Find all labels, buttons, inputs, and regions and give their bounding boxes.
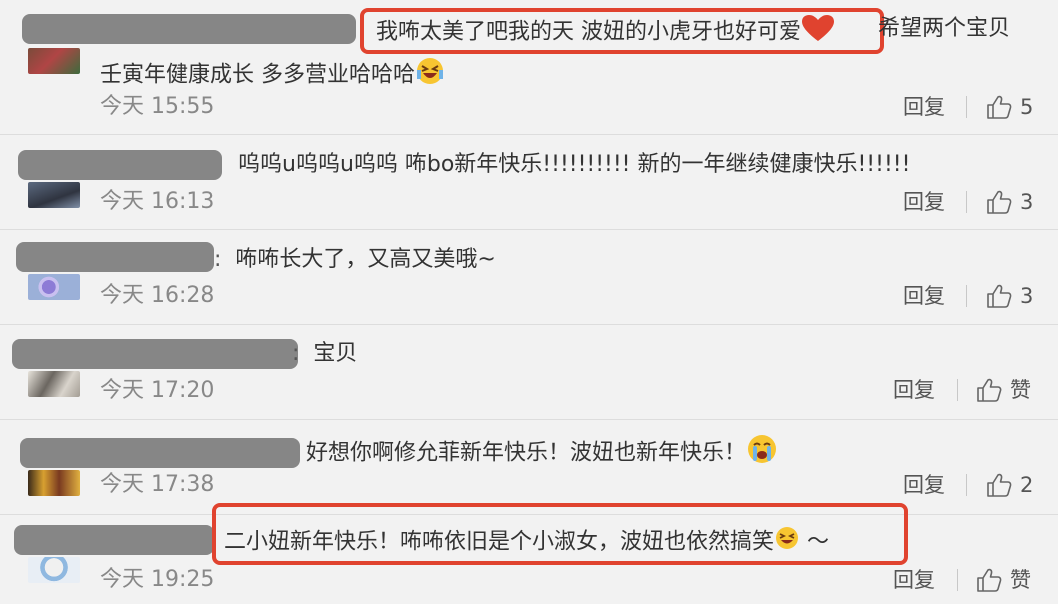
timestamp: 今天 16:13 bbox=[100, 189, 215, 214]
comment-item: 我咘太美了吧我的天 波妞的小虎牙也好可爱 希望两个宝贝 壬寅年健康成长 多多营业… bbox=[0, 0, 1058, 134]
like-label: 赞 bbox=[1010, 568, 1031, 592]
like-button[interactable]: 3 bbox=[986, 281, 1033, 311]
redacted-username[interactable] bbox=[20, 438, 300, 468]
reply-button[interactable]: 回复 bbox=[903, 92, 945, 122]
comment-text-cont: 希望两个宝贝 bbox=[878, 16, 1011, 41]
comment-item: 呜呜u呜呜u呜呜 咘bo新年快乐!!!!!!!!!! 新的一年继续健康快乐!!!… bbox=[0, 135, 1058, 229]
timestamp: 今天 17:20 bbox=[100, 378, 215, 403]
divider bbox=[966, 474, 967, 496]
timestamp: 今天 17:38 bbox=[100, 472, 215, 497]
divider bbox=[966, 96, 967, 118]
comment-text: : 咘咘长大了，又高又美哦~ bbox=[214, 247, 496, 272]
like-button[interactable]: 赞 bbox=[976, 375, 1031, 405]
reply-button[interactable]: 回复 bbox=[893, 375, 935, 405]
like-count: 2 bbox=[1020, 473, 1034, 497]
like-button[interactable]: 5 bbox=[986, 92, 1033, 122]
redacted-username[interactable] bbox=[18, 150, 222, 180]
comment-text: 我咘太美了吧我的天 波妞的小虎牙也好可爱 bbox=[376, 14, 835, 51]
crying-face-icon bbox=[746, 433, 778, 474]
comment-text: 二小妞新年快乐！咘咘依旧是个小淑女，波妞也依然搞笑 ～ bbox=[224, 525, 829, 560]
timestamp: 今天 19:25 bbox=[100, 567, 215, 592]
thumbs-up-icon bbox=[986, 95, 1012, 119]
heart-icon bbox=[801, 14, 835, 51]
reply-button[interactable]: 回复 bbox=[903, 470, 945, 500]
avatar[interactable] bbox=[28, 274, 80, 300]
redacted-username[interactable] bbox=[12, 339, 298, 369]
thumbs-up-icon bbox=[976, 378, 1002, 402]
avatar[interactable] bbox=[28, 48, 80, 74]
like-label: 赞 bbox=[1010, 378, 1031, 402]
comment-text: 好想你啊修允菲新年快乐！波妞也新年快乐！ bbox=[306, 433, 778, 474]
like-button[interactable]: 2 bbox=[986, 470, 1033, 500]
avatar[interactable] bbox=[28, 371, 80, 397]
divider bbox=[966, 285, 967, 307]
divider bbox=[957, 379, 958, 401]
comment-text: 呜呜u呜呜u呜呜 咘bo新年快乐!!!!!!!!!! 新的一年继续健康快乐!!!… bbox=[238, 152, 911, 177]
timestamp: 今天 16:28 bbox=[100, 283, 215, 308]
redacted-username[interactable] bbox=[14, 525, 214, 555]
thumbs-up-icon bbox=[986, 473, 1012, 497]
reply-button[interactable]: 回复 bbox=[903, 281, 945, 311]
avatar[interactable] bbox=[28, 557, 80, 583]
redacted-username[interactable] bbox=[16, 242, 214, 272]
redacted-username[interactable] bbox=[22, 14, 356, 44]
thumbs-up-icon bbox=[976, 568, 1002, 592]
laughing-face-icon bbox=[415, 56, 445, 95]
avatar[interactable] bbox=[28, 470, 80, 496]
comment-item: : 咘咘长大了，又高又美哦~ 今天 16:28 回复 3 bbox=[0, 230, 1058, 324]
like-count: 3 bbox=[1020, 284, 1034, 308]
comment-item: 二小妞新年快乐！咘咘依旧是个小淑女，波妞也依然搞笑 ～ 今天 19:25 回复 … bbox=[0, 503, 1058, 604]
like-count: 5 bbox=[1020, 95, 1034, 119]
comment-text: : 宝贝 bbox=[292, 341, 358, 366]
thumbs-up-icon bbox=[986, 190, 1012, 214]
divider bbox=[966, 191, 967, 213]
thumbs-up-icon bbox=[986, 284, 1012, 308]
reply-button[interactable]: 回复 bbox=[903, 187, 945, 217]
like-button[interactable]: 3 bbox=[986, 187, 1033, 217]
comment-item: : 宝贝 今天 17:20 回复 赞 bbox=[0, 325, 1058, 419]
divider bbox=[957, 569, 958, 591]
timestamp: 今天 15:55 bbox=[100, 94, 215, 119]
reply-button[interactable]: 回复 bbox=[893, 565, 935, 595]
like-button[interactable]: 赞 bbox=[976, 565, 1031, 595]
like-count: 3 bbox=[1020, 190, 1034, 214]
grinning-squint-face-icon bbox=[774, 525, 800, 560]
comment-text-line2: 壬寅年健康成长 多多营业哈哈哈 bbox=[100, 56, 445, 95]
avatar[interactable] bbox=[28, 182, 80, 208]
comment-item: 好想你啊修允菲新年快乐！波妞也新年快乐！ 今天 17:38 回复 2 bbox=[0, 420, 1058, 514]
